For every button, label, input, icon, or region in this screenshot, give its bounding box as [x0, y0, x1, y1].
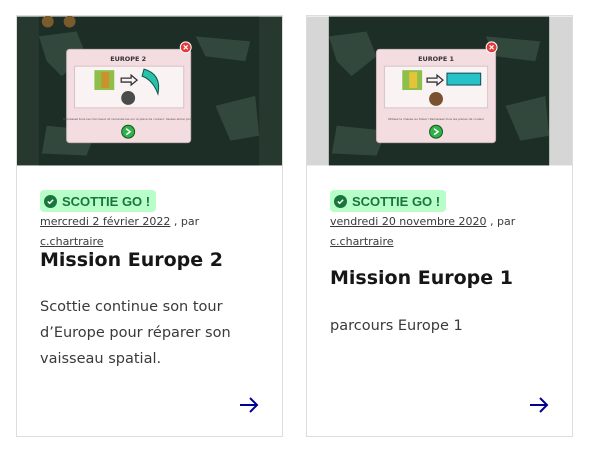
- badge-label: SCOTTIE GO !: [352, 193, 441, 209]
- panel-title: EUROPE 1: [418, 55, 454, 63]
- panel-caption: Utilisez le chasse au trésor! Ramassez t…: [388, 117, 485, 121]
- card-title[interactable]: Mission Europe 1: [330, 267, 556, 289]
- article-card-mission-europe-2[interactable]: EUROPE 2 Ramassez tous les morceaux et r…: [16, 15, 283, 437]
- author-link[interactable]: c.chartraire: [40, 235, 104, 248]
- card-thumbnail: EUROPE 2 Ramassez tous les morceaux et r…: [17, 16, 282, 166]
- author-link[interactable]: c.chartraire: [330, 235, 394, 248]
- article-meta: mercredi 2 février 2022 , par c.chartrai…: [40, 212, 266, 252]
- game-screenshot: EUROPE 1 Utilisez le chasse au trésor! R…: [307, 16, 572, 166]
- arrow-right-icon[interactable]: [238, 396, 260, 414]
- publish-date: vendredi 20 novembre 2020: [330, 215, 487, 228]
- category-badge: SCOTTIE GO !: [40, 190, 157, 212]
- card-title[interactable]: Mission Europe 2: [40, 249, 266, 271]
- panel-caption: Ramassez tous les morceaux et ramenez-le…: [63, 117, 193, 121]
- game-screenshot: EUROPE 2 Ramassez tous les morceaux et r…: [17, 16, 282, 166]
- panel-title: EUROPE 2: [110, 55, 146, 63]
- category-badge: SCOTTIE GO !: [330, 190, 447, 212]
- arrow-right-icon[interactable]: [528, 396, 550, 414]
- publish-date: mercredi 2 février 2022: [40, 215, 171, 228]
- article-meta: vendredi 20 novembre 2020 , par c.chartr…: [330, 212, 556, 252]
- by-label: , par: [490, 215, 516, 228]
- card-thumbnail: EUROPE 1 Utilisez le chasse au trésor! R…: [307, 16, 572, 166]
- badge-label: SCOTTIE GO !: [62, 193, 151, 209]
- check-circle-icon: [334, 194, 347, 208]
- by-label: , par: [173, 215, 200, 228]
- card-description: parcours Europe 1: [330, 318, 463, 334]
- article-card-mission-europe-1[interactable]: EUROPE 1 Utilisez le chasse au trésor! R…: [306, 15, 573, 437]
- card-description: Scottie continue son tour d’Europe pour …: [40, 299, 231, 367]
- check-circle-icon: [44, 194, 57, 208]
